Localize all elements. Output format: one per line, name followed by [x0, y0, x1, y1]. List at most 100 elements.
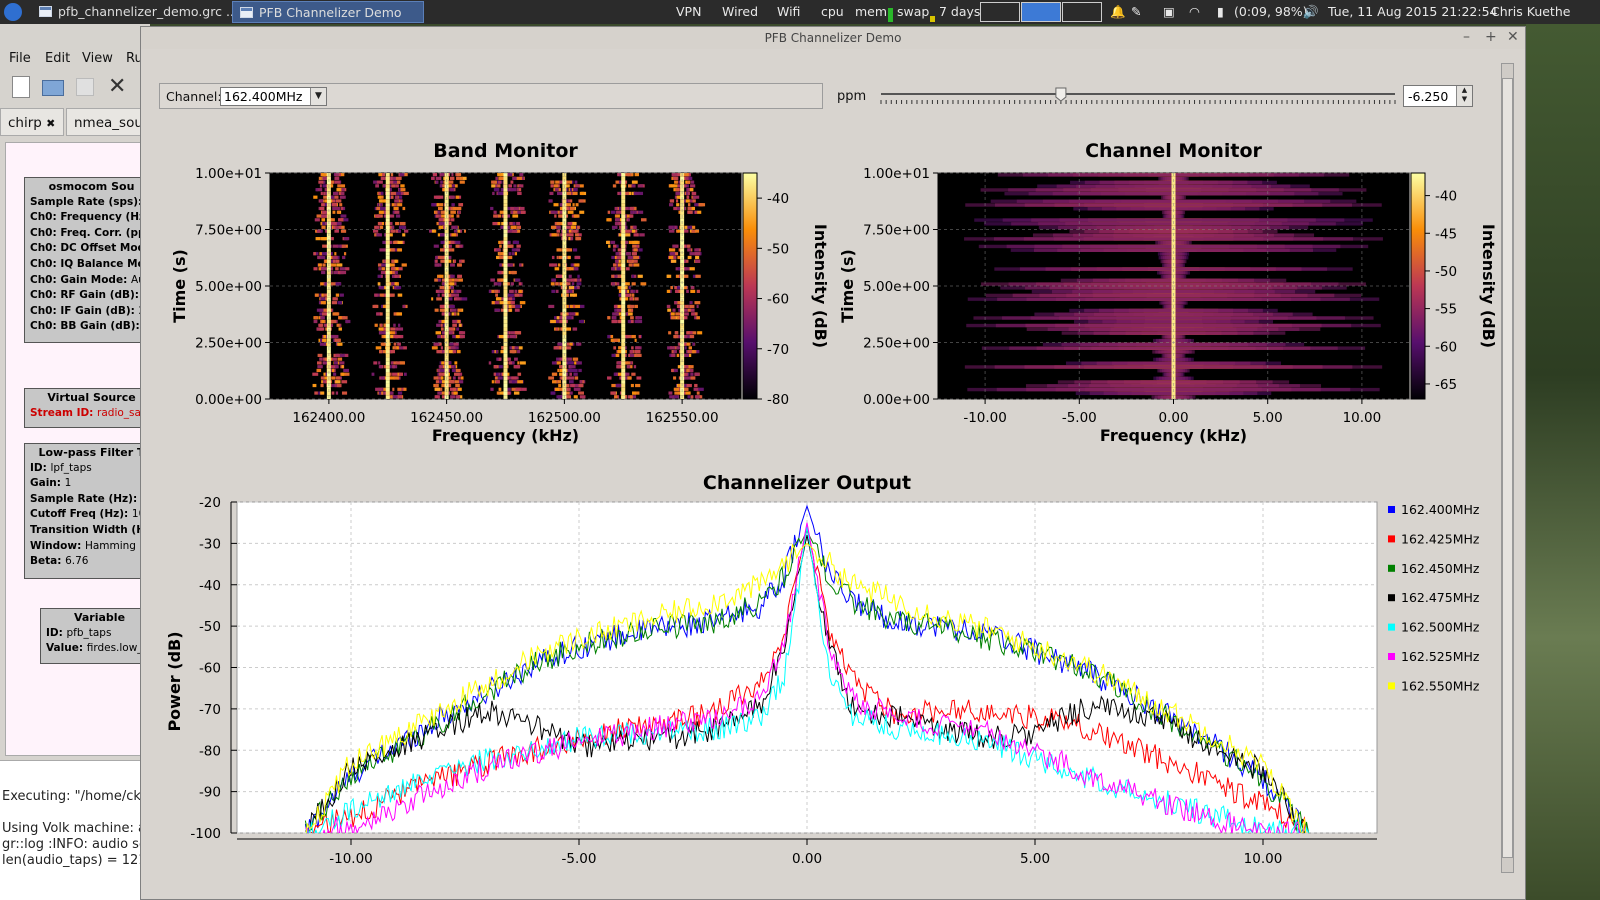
carrier-line: [1171, 259, 1176, 264]
scrollbar-thumb[interactable]: [1502, 78, 1513, 858]
bell-icon[interactable]: 🔔: [1110, 4, 1126, 20]
chart-title: Channel Monitor: [1085, 140, 1262, 162]
heatmap-cell: [613, 304, 618, 309]
heatmap-cell: [558, 214, 563, 218]
vpn-indicator[interactable]: VPN: [676, 4, 701, 19]
workspace-2[interactable]: [1021, 2, 1061, 22]
carrier-line: [1171, 229, 1176, 234]
heatmap-cell: [566, 267, 570, 271]
ppm-spinbox[interactable]: -6.250 ▲ ▼: [1403, 85, 1473, 107]
legend-swatch: [1388, 594, 1395, 602]
menu-view[interactable]: View: [82, 51, 113, 66]
volume-icon[interactable]: 🔊: [1303, 4, 1319, 20]
wifi-signal-icon[interactable]: ◠: [1189, 4, 1200, 19]
save-icon[interactable]: [76, 78, 94, 96]
wifi-indicator[interactable]: Wifi: [777, 4, 800, 19]
cpu-indicator[interactable]: cpu: [821, 4, 844, 19]
heatmap-cell: [518, 346, 523, 350]
heatmap-cell: [625, 206, 629, 211]
taskbar-window-grc[interactable]: pfb_channelizer_demo.grc ...: [32, 1, 238, 23]
carrier-line: [444, 391, 449, 396]
ppm-slider[interactable]: [879, 86, 1397, 108]
menu-file[interactable]: File: [9, 51, 31, 66]
workspace-switcher[interactable]: [980, 2, 1102, 22]
heatmap-cell: [631, 180, 638, 184]
tab-nmea[interactable]: nmea_sour: [66, 108, 150, 136]
carrier-line: [621, 210, 626, 215]
screen-icon[interactable]: ▣: [1163, 4, 1175, 19]
carrier-line: [385, 372, 390, 377]
heatmap-cell: [613, 263, 617, 267]
window-titlebar[interactable]: PFB Channelizer Demo – + ✕: [141, 27, 1525, 49]
grc-console[interactable]: Executing: "/home/ckue Using Volk machin…: [0, 760, 150, 900]
workspace-1[interactable]: [980, 2, 1020, 22]
channel-select[interactable]: 162.400MHz ▼: [220, 87, 327, 106]
heatmap-cell: [674, 301, 678, 305]
heatmap-cell: [488, 289, 492, 293]
spin-arrows-icon[interactable]: ▲ ▼: [1456, 86, 1472, 106]
heatmap-cell: [572, 221, 577, 226]
grc-toolbar: ✕: [0, 72, 150, 102]
heatmap-cell: [689, 252, 695, 256]
heatmap-cell: [455, 383, 460, 388]
heatmap-cell: [315, 188, 318, 192]
block-osmocom-source[interactable]: osmocom Sou Sample Rate (sps): Ch0: Freq…: [24, 177, 154, 343]
heatmap-cell: [431, 297, 434, 301]
block-param: Ch0: Gain Mode:: [30, 273, 128, 286]
flowgraph-canvas[interactable]: osmocom Sou Sample Rate (sps): Ch0: Freq…: [5, 142, 154, 756]
heatmap-cell: [336, 383, 342, 388]
close-icon[interactable]: ✖: [46, 117, 55, 130]
taskbar-window-pfb[interactable]: PFB Channelizer Demo: [232, 1, 424, 23]
carrier-line: [503, 210, 508, 215]
heatmap-cell: [629, 214, 634, 218]
clock[interactable]: Tue, 11 Aug 2015 21:22:54: [1328, 4, 1497, 19]
block-lowpass-filter[interactable]: Low-pass Filter T ID: lpf_taps Gain: 1 S…: [24, 443, 154, 579]
heatmap-cell: [390, 334, 394, 339]
minimize-icon[interactable]: –: [1463, 29, 1470, 45]
carrier-line: [326, 289, 331, 294]
tab-chirp[interactable]: chirp ✖: [0, 108, 64, 136]
heatmap-cell: [638, 248, 643, 252]
heatmap-cell: [378, 387, 382, 391]
mem-indicator[interactable]: mem: [855, 4, 887, 19]
workspace-3[interactable]: [1062, 2, 1102, 22]
uptime-indicator[interactable]: 7 days: [939, 4, 980, 19]
edit-icon[interactable]: ✎: [1131, 4, 1141, 19]
wired-indicator[interactable]: Wired: [722, 4, 758, 19]
vertical-scrollbar[interactable]: [1501, 63, 1514, 873]
heatmap-cell: [570, 278, 575, 282]
heatmap-cell: [694, 203, 700, 207]
log-line: Using Volk machine: avx: [2, 821, 150, 836]
carrier-line: [621, 225, 626, 230]
carrier-line: [385, 218, 390, 222]
new-file-icon[interactable]: [12, 76, 30, 98]
open-folder-icon[interactable]: [42, 80, 64, 96]
close-icon[interactable]: ✕: [108, 74, 126, 99]
close-icon[interactable]: ✕: [1507, 29, 1519, 45]
carrier-line: [503, 203, 508, 207]
heatmap-cell: [618, 293, 622, 297]
menu-edit[interactable]: Edit: [45, 51, 70, 66]
x-tick-label: 162550.00: [646, 410, 719, 426]
chevron-down-icon[interactable]: ▼: [310, 88, 326, 105]
heatmap-cell: [617, 338, 620, 342]
heatmap-cell: [509, 346, 513, 350]
heatmap-cell: [493, 365, 498, 369]
x-tick-label: 0.00: [1158, 410, 1188, 426]
app-menu-icon[interactable]: [4, 3, 22, 21]
heatmap-cell: [694, 383, 698, 388]
heatmap-cell: [438, 319, 442, 324]
carrier-line: [503, 184, 508, 189]
user-name[interactable]: Chris Kuethe: [1491, 4, 1570, 19]
battery-icon[interactable]: ▮: [1217, 4, 1224, 19]
heatmap-cell: [322, 361, 325, 365]
heatmap-cell: [509, 308, 512, 312]
maximize-icon[interactable]: +: [1485, 29, 1497, 45]
band-monitor-chart: Band Monitor 0.00e+00 2.50e+00 5.00e+00 7.50…: [170, 140, 830, 445]
heatmap-cell: [452, 334, 456, 339]
swap-indicator[interactable]: swap: [897, 4, 929, 19]
heatmap-cell: [686, 225, 693, 229]
block-variable[interactable]: Variable ID: pfb_taps Value: firdes.low_…: [40, 608, 154, 664]
heatmap-cell: [438, 225, 444, 229]
block-virtual-source[interactable]: Virtual Source Stream ID: radio_sam: [24, 388, 154, 428]
